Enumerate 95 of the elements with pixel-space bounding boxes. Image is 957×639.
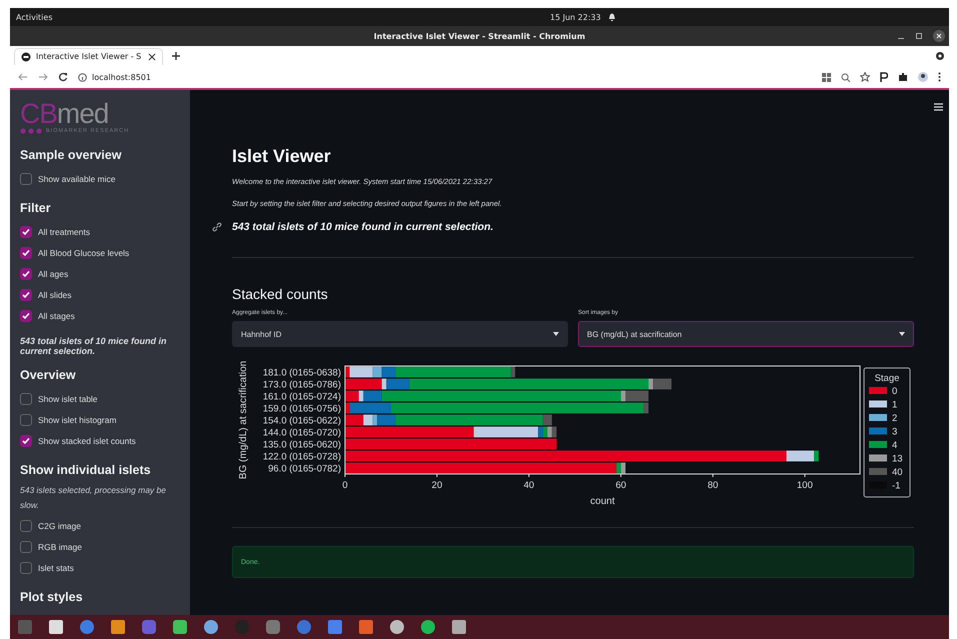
checkbox-option[interactable]: C2G image (20, 515, 180, 536)
checkbox-option[interactable]: Show stacked islet counts (20, 430, 180, 451)
tab-title: Interactive Islet Viewer - S (36, 52, 142, 61)
checkbox[interactable] (20, 434, 32, 446)
checkbox[interactable] (20, 268, 32, 280)
info-icon (78, 72, 87, 82)
checkbox-option[interactable]: All stages (20, 305, 180, 326)
x-tick-label: 100 (796, 480, 813, 491)
profile-icon[interactable] (918, 72, 928, 82)
checkbox[interactable] (20, 392, 32, 404)
app-icon[interactable] (266, 620, 280, 634)
activities-button[interactable]: Activities (16, 12, 52, 22)
back-icon[interactable] (18, 72, 28, 82)
checkbox-option[interactable]: All treatments (20, 221, 180, 242)
menu-icon[interactable] (938, 72, 941, 82)
checkbox[interactable] (20, 520, 32, 532)
new-tab-icon[interactable] (171, 51, 181, 61)
legend-label: 13 (892, 454, 903, 464)
section-heading: Sample overview (20, 148, 122, 162)
checkbox[interactable] (20, 540, 32, 552)
legend-label: 0 (892, 386, 898, 397)
logo-word: med (56, 98, 108, 129)
x-tick-label: 80 (708, 480, 718, 491)
checkbox-option[interactable]: Show available mice (20, 168, 180, 189)
checkbox[interactable] (20, 172, 32, 184)
y-tick-label: 154.0 (0165-0622) (262, 416, 341, 426)
legend-label: 4 (892, 440, 898, 451)
close-icon[interactable] (148, 52, 156, 60)
checkbox[interactable] (20, 246, 32, 258)
select-dropdown[interactable]: BG (mg/dL) at sacrification (578, 321, 914, 347)
app-icon[interactable] (173, 620, 187, 634)
address-field[interactable]: localhost:8501 (78, 72, 151, 82)
section-heading: Filter (20, 201, 52, 215)
star-icon[interactable] (860, 72, 870, 82)
y-tick-label: 135.0 (0165-0620) (262, 440, 341, 450)
checkbox[interactable] (20, 226, 32, 238)
legend-label: 2 (892, 413, 898, 424)
maximize-icon[interactable] (915, 32, 923, 40)
legend-label: -1 (892, 480, 900, 492)
caret-icon (899, 332, 905, 336)
legend-title: Stage (874, 373, 900, 384)
window-title: Interactive Islet Viewer - Streamlit - Chromium (374, 32, 586, 40)
y-tick-label: 173.0 (0165-0786) (262, 380, 341, 390)
forward-icon[interactable] (38, 72, 48, 82)
app-icon[interactable] (421, 620, 435, 634)
x-tick-label: 20 (432, 480, 442, 491)
y-tick-label: 161.0 (0165-0724) (262, 392, 341, 402)
checkbox-option[interactable]: All Blood Glucose levels (20, 242, 180, 263)
checkbox-option[interactable]: Show islet histogram (20, 409, 180, 430)
selection-summary: 543 total islets of 10 mice found in current selection. (232, 221, 494, 233)
checkbox-option[interactable]: RGB image (20, 536, 180, 557)
legend-label: 3 (892, 426, 898, 438)
checkbox-option[interactable]: All ages (20, 263, 180, 284)
y-tick-label: 144.0 (0165-0720) (262, 428, 341, 438)
close-icon[interactable] (933, 30, 945, 42)
bell-icon (606, 12, 617, 22)
y-tick-label: 181.0 (0165-0638) (262, 368, 341, 378)
browser-tab[interactable]: Interactive Islet Viewer - S (14, 48, 163, 64)
checkbox[interactable] (20, 310, 32, 322)
selection-summary: 543 total islets of 10 mice found in current selection. (20, 336, 168, 356)
section-heading: Plot styles (20, 590, 84, 604)
link-icon[interactable] (212, 222, 222, 232)
x-tick-label: 40 (524, 480, 534, 491)
x-tick-label: 60 (616, 480, 626, 491)
legend-label: 1 (892, 400, 898, 410)
checkbox-option[interactable]: All slides (20, 284, 180, 305)
checkbox-option[interactable]: Show islet table (20, 388, 180, 409)
y-tick-label: 122.0 (0165-0728) (262, 452, 341, 462)
section-heading: Show individual islets (20, 463, 152, 477)
select-dropdown[interactable]: Hahnhof ID (232, 321, 568, 347)
zoom-icon[interactable] (841, 72, 850, 82)
x-tick-label: 0 (342, 480, 348, 491)
clock[interactable]: 15 Jun 22:33 (550, 12, 601, 22)
legend-label: 40 (892, 467, 903, 478)
logo-mark: CB (20, 98, 57, 129)
checkbox[interactable] (20, 562, 32, 574)
x-axis-label: count (590, 496, 615, 507)
section-heading: Overview (20, 368, 77, 382)
checkbox[interactable] (20, 288, 32, 300)
y-tick-label: 159.0 (0165-0756) (262, 404, 341, 414)
dots-icon (20, 128, 42, 134)
checkbox-option[interactable]: Islet stats (20, 557, 180, 578)
favicon-icon (21, 52, 31, 62)
y-tick-label: 96.0 (0165-0782) (268, 464, 341, 474)
p-icon[interactable] (880, 72, 888, 82)
app-icon[interactable] (390, 620, 404, 634)
section-heading: Stacked counts (232, 286, 329, 302)
warning-note: 543 islets selected, processing may be slow. (20, 484, 167, 512)
y-axis-label: BG (mg/dL) at sacrification (238, 360, 249, 480)
checkbox[interactable] (20, 414, 32, 426)
app-icon[interactable] (204, 620, 218, 634)
page-title: Islet Viewer (232, 146, 332, 167)
reload-icon[interactable] (58, 72, 68, 82)
caret-icon (553, 332, 559, 336)
menu-icon[interactable] (934, 103, 943, 111)
